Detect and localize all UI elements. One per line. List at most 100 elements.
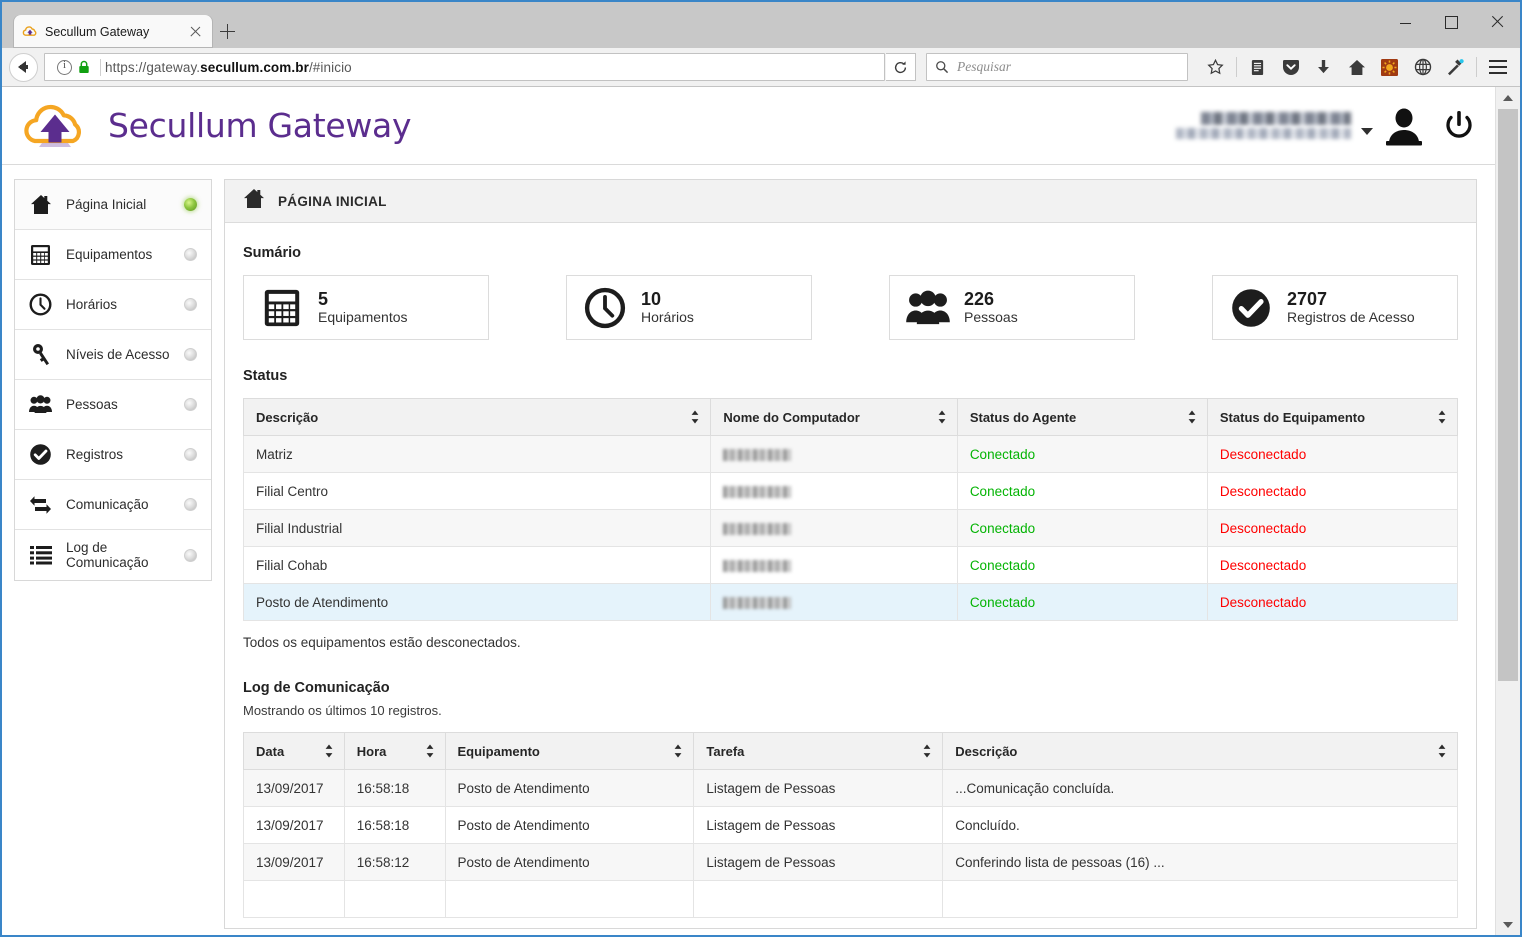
close-tab-icon[interactable] bbox=[187, 23, 204, 40]
status-indicator bbox=[184, 198, 197, 211]
sidebar-item-horarios[interactable]: Horários bbox=[15, 280, 211, 330]
minimize-button[interactable] bbox=[1382, 2, 1428, 42]
app-body: Página Inicial Equipamentos Horários Nív… bbox=[2, 165, 1495, 929]
log-col-descricao[interactable]: Descrição bbox=[942, 732, 1458, 770]
cell-data: 13/09/2017 bbox=[243, 769, 345, 807]
avatar[interactable] bbox=[1383, 105, 1425, 147]
brand-title: Secullum Gateway bbox=[108, 106, 412, 145]
cell-equipamento: Posto de Atendimento bbox=[444, 769, 695, 807]
maximize-button[interactable] bbox=[1428, 2, 1474, 42]
log-note: Mostrando os últimos 10 registros. bbox=[243, 703, 442, 718]
brand-logo[interactable]: Secullum Gateway bbox=[18, 101, 411, 151]
cell-equipamento: Desconectado bbox=[1206, 472, 1459, 510]
scrollbar-thumb[interactable] bbox=[1498, 109, 1518, 681]
user-area bbox=[1176, 87, 1479, 164]
table-row[interactable] bbox=[243, 880, 1458, 918]
cell-equipamento bbox=[444, 880, 695, 918]
summary-card-pessoas[interactable]: 226 Pessoas bbox=[889, 275, 1135, 340]
sidebar-item-pagina-inicial[interactable]: Página Inicial bbox=[15, 180, 211, 230]
log-col-data[interactable]: Data bbox=[243, 732, 345, 770]
status-indicator bbox=[184, 398, 197, 411]
status-col-nome-do-computador[interactable]: Nome do Computador bbox=[710, 398, 958, 436]
cell-agente: Conectado bbox=[956, 583, 1208, 621]
sidebar-item-niveis-de-acesso[interactable]: Níveis de Acesso bbox=[15, 330, 211, 380]
sort-icon bbox=[937, 410, 947, 425]
cell-equipamento: Posto de Atendimento bbox=[444, 806, 695, 844]
sidebar-item-comunicacao[interactable]: Comunicação bbox=[15, 480, 211, 530]
sidebar-item-pessoas[interactable]: Pessoas bbox=[15, 380, 211, 430]
pocket-icon[interactable] bbox=[1275, 52, 1306, 82]
app-header: Secullum Gateway bbox=[2, 87, 1495, 165]
table-row[interactable]: Filial Industrial Conectado Desconectado bbox=[242, 509, 1459, 547]
url-text: https://gateway.secullum.com.br/#inicio bbox=[105, 59, 352, 75]
summary-card-label: Pessoas bbox=[964, 309, 1018, 326]
table-row[interactable]: 13/09/2017 16:58:12 Posto de Atendimento… bbox=[243, 843, 1458, 881]
search-bar[interactable]: Pesquisar bbox=[926, 53, 1188, 81]
devtools-icon[interactable] bbox=[1440, 52, 1471, 82]
summary-card-value: 2707 bbox=[1287, 288, 1328, 309]
reader-icon[interactable] bbox=[1242, 52, 1273, 82]
cell-equipamento: Desconectado bbox=[1206, 435, 1459, 473]
cell-hora bbox=[343, 880, 446, 918]
cell-data: 13/09/2017 bbox=[243, 806, 345, 844]
home-icon[interactable] bbox=[1341, 52, 1372, 82]
sidebar-item-equipamentos[interactable]: Equipamentos bbox=[15, 230, 211, 280]
table-row[interactable]: Filial Centro Conectado Desconectado bbox=[242, 472, 1459, 510]
table-row[interactable]: Posto de Atendimento Conectado Desconect… bbox=[242, 583, 1459, 621]
log-table-header-row: Data Hora Equipamento Tarefa Descrição bbox=[243, 732, 1458, 770]
sidebar-item-registros[interactable]: Registros bbox=[15, 430, 211, 480]
status-col-descricao[interactable]: Descrição bbox=[242, 398, 712, 436]
log-col-hora[interactable]: Hora bbox=[343, 732, 446, 770]
cell-tarefa: Listagem de Pessoas bbox=[693, 843, 944, 881]
sidebar-item-label: Página Inicial bbox=[66, 197, 147, 212]
status-indicator bbox=[184, 448, 197, 461]
back-button[interactable] bbox=[9, 52, 38, 82]
chevron-down-icon[interactable] bbox=[1361, 128, 1373, 135]
table-row[interactable]: 13/09/2017 16:58:18 Posto de Atendimento… bbox=[243, 769, 1458, 807]
extension-icon[interactable] bbox=[1374, 52, 1405, 82]
cell-computador bbox=[710, 583, 958, 621]
globe-icon[interactable] bbox=[1407, 52, 1438, 82]
sync-icon bbox=[29, 493, 52, 516]
search-input[interactable]: Pesquisar bbox=[957, 59, 1011, 75]
cell-computador bbox=[710, 472, 958, 510]
menu-icon[interactable] bbox=[1482, 52, 1513, 82]
table-row[interactable]: Filial Cohab Conectado Desconectado bbox=[242, 546, 1459, 584]
address-bar[interactable]: https://gateway.secullum.com.br/#inicio bbox=[44, 53, 885, 81]
status-note: Todos os equipamentos estão desconectado… bbox=[243, 635, 521, 650]
close-window-button[interactable] bbox=[1474, 2, 1520, 42]
summary-cards: 5 Equipamentos 10 Horários 226 Pessoas 2… bbox=[243, 275, 1458, 340]
log-col-tarefa[interactable]: Tarefa bbox=[693, 732, 944, 770]
toolbar-divider-2 bbox=[1476, 57, 1477, 77]
cell-computador bbox=[710, 509, 958, 547]
page-title: PÁGINA INICIAL bbox=[278, 193, 387, 209]
sidebar-item-log-de-comunicacao[interactable]: Log de Comunicação bbox=[15, 530, 211, 580]
toolbar-icons bbox=[1200, 52, 1513, 82]
cell-hora: 16:58:18 bbox=[343, 769, 446, 807]
page-scrollbar[interactable] bbox=[1495, 87, 1520, 935]
status-col-status-do-equipamento[interactable]: Status do Equipamento bbox=[1206, 398, 1459, 436]
log-table: Data Hora Equipamento Tarefa Descrição 1… bbox=[243, 732, 1458, 918]
table-row[interactable]: Matriz Conectado Desconectado bbox=[242, 435, 1459, 473]
reload-button[interactable] bbox=[886, 53, 916, 81]
new-tab-button[interactable] bbox=[212, 15, 243, 48]
cell-computador bbox=[710, 546, 958, 584]
scroll-down-button[interactable] bbox=[1496, 914, 1520, 935]
scroll-up-button[interactable] bbox=[1496, 87, 1520, 108]
page-info-icon[interactable] bbox=[57, 59, 72, 75]
status-col-status-do-agente[interactable]: Status do Agente bbox=[956, 398, 1208, 436]
star-icon[interactable] bbox=[1200, 52, 1231, 82]
summary-card-horarios[interactable]: 10 Horários bbox=[566, 275, 812, 340]
browser-tab[interactable]: Secullum Gateway bbox=[14, 15, 212, 48]
cell-descricao: Conferindo lista de pessoas (16) ... bbox=[942, 843, 1458, 881]
home-icon bbox=[29, 193, 52, 216]
cell-descricao: Filial Centro bbox=[242, 472, 712, 510]
download-icon[interactable] bbox=[1308, 52, 1339, 82]
status-indicator bbox=[184, 298, 197, 311]
tab-strip: Secullum Gateway bbox=[2, 2, 243, 48]
table-row[interactable]: 13/09/2017 16:58:18 Posto de Atendimento… bbox=[243, 806, 1458, 844]
summary-card-registros-de-acesso[interactable]: 2707 Registros de Acesso bbox=[1212, 275, 1458, 340]
log-col-equipamento[interactable]: Equipamento bbox=[444, 732, 695, 770]
logout-power-button[interactable] bbox=[1439, 106, 1479, 146]
summary-card-equipamentos[interactable]: 5 Equipamentos bbox=[243, 275, 489, 340]
